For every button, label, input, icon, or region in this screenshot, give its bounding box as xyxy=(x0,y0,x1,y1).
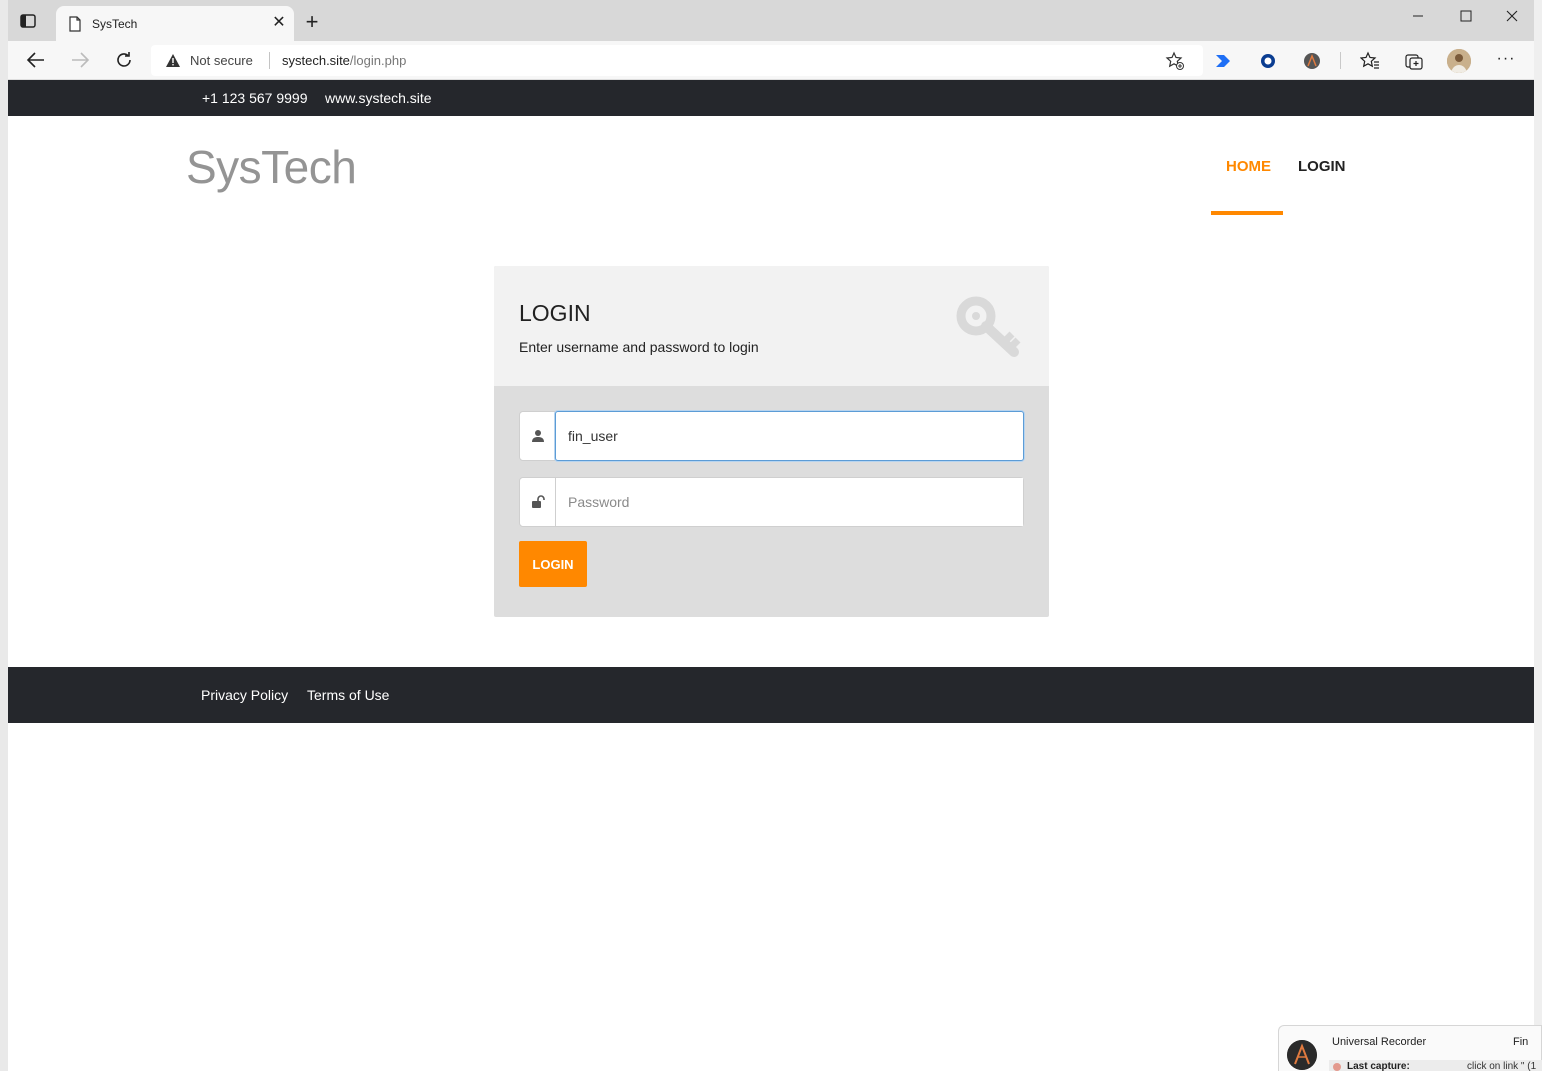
close-tab-icon[interactable]: ✕ xyxy=(270,14,288,32)
recorder-find-button[interactable]: Fin xyxy=(1513,1036,1528,1048)
login-subtitle: Enter username and password to login xyxy=(519,339,759,355)
url-host: systech.site xyxy=(282,53,350,68)
nav-active-indicator xyxy=(1211,211,1283,215)
close-window-icon[interactable] xyxy=(1500,6,1524,26)
recorder-widget[interactable]: Universal Recorder Fin Last capture: cli… xyxy=(1278,1025,1542,1071)
password-group xyxy=(519,477,1024,527)
url-path: /login.php xyxy=(349,53,407,68)
extension-ring-icon[interactable] xyxy=(1258,51,1278,71)
site-footer: Privacy Policy Terms of Use xyxy=(8,667,1534,723)
terms-of-use-link[interactable]: Terms of Use xyxy=(307,687,389,703)
login-title: LOGIN xyxy=(519,300,591,326)
tab-actions-icon[interactable] xyxy=(20,14,36,28)
maximize-icon[interactable] xyxy=(1454,6,1478,26)
recorder-status-row: Last capture: click on link " (1 xyxy=(1329,1060,1542,1071)
address-divider xyxy=(269,52,270,69)
site-logo[interactable]: SysTech xyxy=(186,140,357,194)
login-card: LOGIN Enter username and password to log… xyxy=(494,266,1049,617)
last-capture-value: click on link " (1 xyxy=(1467,1061,1537,1071)
nav-login-link[interactable]: LOGIN xyxy=(1298,158,1346,175)
contact-website[interactable]: www.systech.site xyxy=(325,90,432,106)
recorder-logo-icon xyxy=(1287,1040,1317,1070)
recorder-title: Universal Recorder xyxy=(1332,1036,1427,1048)
url-text[interactable]: systech.site/login.php xyxy=(282,53,406,68)
collections-icon[interactable] xyxy=(1404,51,1424,71)
warning-icon[interactable] xyxy=(165,53,181,68)
new-tab-icon[interactable]: + xyxy=(302,11,322,33)
login-card-header: LOGIN Enter username and password to log… xyxy=(494,266,1049,386)
refresh-icon[interactable] xyxy=(112,49,136,71)
profile-avatar[interactable] xyxy=(1447,49,1471,73)
contact-phone: +1 123 567 9999 xyxy=(202,90,308,106)
privacy-policy-link[interactable]: Privacy Policy xyxy=(201,687,288,703)
forward-icon[interactable] xyxy=(68,49,92,71)
power-automate-icon[interactable] xyxy=(1213,51,1233,71)
address-bar[interactable]: Not secure systech.site/login.php xyxy=(151,45,1203,76)
username-addon xyxy=(520,412,556,460)
last-capture-label: Last capture: xyxy=(1347,1061,1410,1071)
status-dot-icon xyxy=(1333,1063,1341,1071)
site-top-bar: +1 123 567 9999 www.systech.site xyxy=(8,80,1534,116)
security-label[interactable]: Not secure xyxy=(190,53,253,68)
more-options-icon[interactable]: ··· xyxy=(1496,50,1516,70)
toolbar-divider xyxy=(1340,52,1341,69)
page-icon xyxy=(69,16,81,32)
nav-home-link[interactable]: HOME xyxy=(1226,158,1271,175)
key-icon xyxy=(956,296,1021,357)
login-button[interactable]: LOGIN xyxy=(519,541,587,587)
back-icon[interactable] xyxy=(24,49,48,71)
unlock-icon xyxy=(532,495,545,508)
browser-toolbar: Not secure systech.site/login.php ··· xyxy=(8,41,1534,80)
username-input[interactable] xyxy=(555,411,1024,461)
profile-photo-icon xyxy=(1447,49,1471,73)
tab-strip: SysTech ✕ + xyxy=(8,0,1534,41)
browser-window: SysTech ✕ + Not secure systech.site/logi… xyxy=(8,0,1534,1063)
add-favorite-icon[interactable] xyxy=(1165,51,1185,71)
desktop-background-left xyxy=(0,0,8,1071)
browser-tab[interactable]: SysTech ✕ xyxy=(56,6,294,41)
desktop-background-right xyxy=(1534,0,1542,1071)
minimize-icon[interactable] xyxy=(1406,6,1430,26)
web-page: +1 123 567 9999 www.systech.site SysTech… xyxy=(8,80,1534,1063)
tab-title: SysTech xyxy=(92,17,138,31)
username-group xyxy=(519,411,1024,461)
recorder-extension-icon[interactable] xyxy=(1302,51,1322,71)
password-input[interactable] xyxy=(556,478,1023,526)
favorites-icon[interactable] xyxy=(1360,51,1380,71)
password-addon xyxy=(520,478,556,526)
user-icon xyxy=(532,430,544,442)
